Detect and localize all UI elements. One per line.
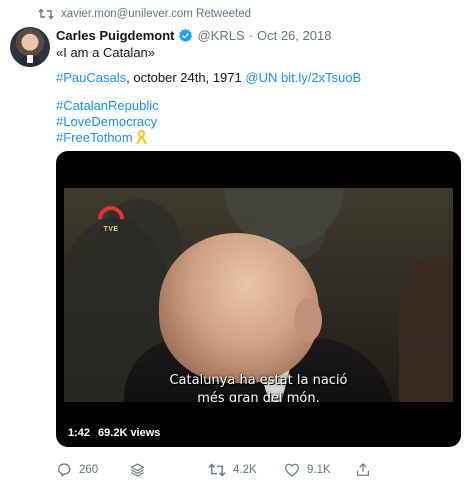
hashtag-freetothom[interactable]: #FreeTothom [56, 130, 133, 145]
stack-button[interactable] [129, 462, 146, 478]
hashtag-freetothom-line: #FreeTothom [56, 130, 147, 148]
like-count: 9.1K [307, 464, 331, 476]
retweet-count: 4.2K [233, 464, 257, 476]
reply-button[interactable]: 260 [56, 462, 98, 478]
heart-icon [284, 462, 300, 478]
like-button[interactable]: 9.1K [284, 462, 331, 478]
mention-un[interactable]: @UN [245, 70, 277, 85]
hashtag-paucasals[interactable]: #PauCasals [56, 70, 126, 85]
video-views: 69.2K views [98, 427, 161, 439]
hashtag-lovedemocracy[interactable]: #LoveDemocracy [56, 114, 157, 130]
retweet-icon [208, 462, 226, 478]
video-duration: 1:42 [68, 427, 91, 439]
tve-logo-text: TVE [103, 226, 119, 233]
author-name[interactable]: Carles Puigdemont [56, 28, 174, 43]
video-meta: 1:42 69.2K views [68, 427, 160, 439]
tweet-actions: 260 4.2K 9.1K [56, 462, 461, 480]
retweet-icon [38, 8, 54, 20]
share-icon [355, 462, 371, 478]
author-handle[interactable]: @KRLS [197, 28, 244, 43]
tweet-date[interactable]: Oct 26, 2018 [257, 28, 331, 43]
verified-badge-icon [178, 28, 193, 43]
tweet-text-line-2: #PauCasals, october 24th, 1971 @UN bit.l… [56, 70, 361, 86]
video-subtitle-line-1: Catalunya ha estat la nació [169, 373, 348, 388]
tweet-text-line-1: «I am a Catalan» [56, 45, 156, 60]
video-subtitle-line-2: més gran del món. [197, 391, 320, 402]
retweeted-by-bar[interactable]: xavier.mon@unilever.com Retweeted [38, 6, 251, 22]
share-button[interactable] [355, 462, 371, 478]
tweet-header: Carles Puigdemont @KRLS · Oct 26, 2018 [56, 26, 331, 44]
separator-dot: · [248, 27, 253, 43]
tve-logo: TVE [92, 200, 130, 238]
avatar[interactable] [10, 27, 50, 67]
yellow-ribbon-icon [136, 130, 147, 148]
stack-icon [129, 462, 146, 478]
retweeted-by-text: xavier.mon@unilever.com Retweeted [61, 8, 252, 20]
reply-icon [56, 462, 72, 478]
video-player[interactable]: TVE Catalunya ha estat la nació més gran… [56, 151, 461, 447]
reply-count: 260 [79, 464, 99, 476]
video-frame: TVE Catalunya ha estat la nació més gran… [64, 188, 453, 402]
retweet-button[interactable]: 4.2K [208, 462, 257, 478]
hashtag-catalanrepublic[interactable]: #CatalanRepublic [56, 98, 159, 114]
tweet-text-date: , october 24th, 1971 [126, 70, 246, 85]
tweet-link[interactable]: bit.ly/2xTsuoB [281, 70, 361, 85]
